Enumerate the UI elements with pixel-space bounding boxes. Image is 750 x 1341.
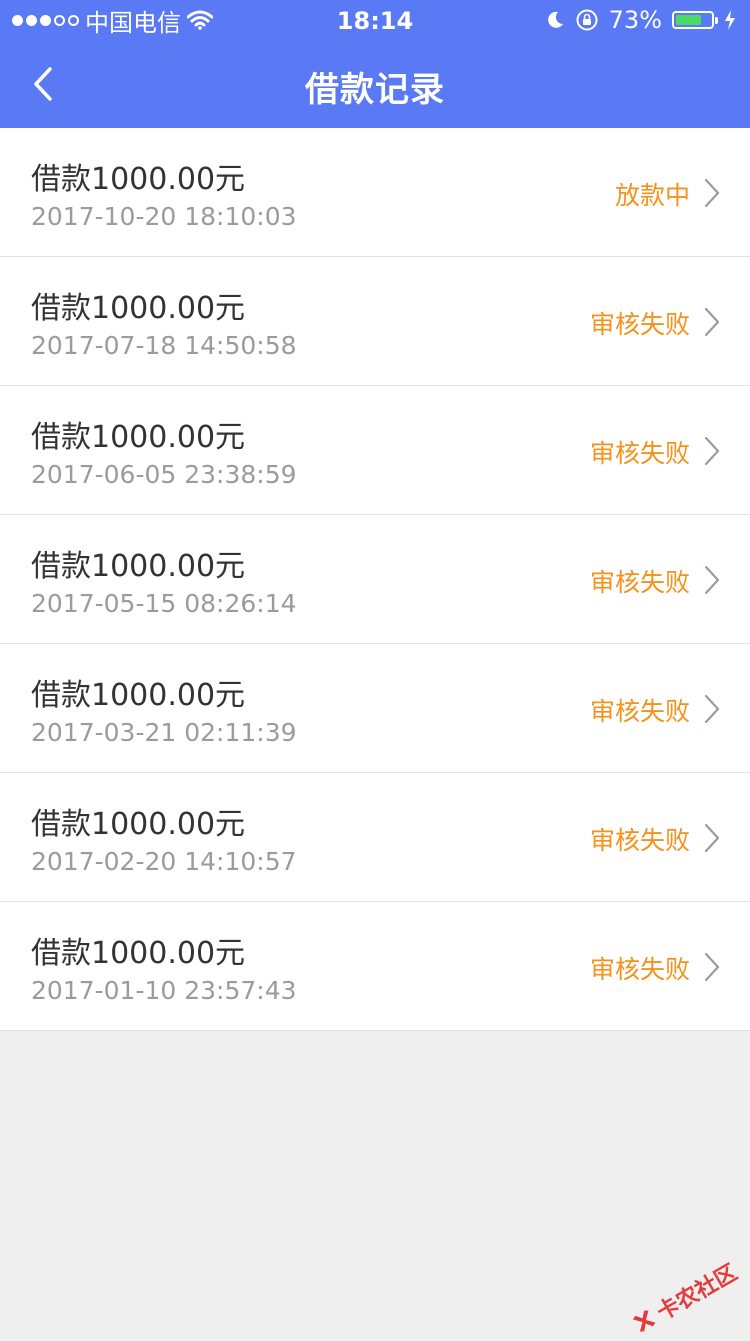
loan-amount: 借款1000.00元: [31, 162, 246, 197]
loan-time: 2017-02-20 14:10:57: [31, 847, 297, 876]
chevron-right-icon: [704, 952, 720, 982]
loan-time: 2017-03-21 02:11:39: [31, 718, 297, 747]
charging-bolt-icon: [725, 10, 735, 30]
battery-percent: 73%: [608, 6, 662, 34]
list-item[interactable]: 借款1000.00元 2017-01-10 23:57:43 审核失败: [0, 902, 750, 1031]
loan-amount: 借款1000.00元: [31, 807, 246, 842]
status-badge: 审核失败: [589, 439, 690, 468]
loan-time: 2017-06-05 23:38:59: [31, 460, 297, 489]
list-item[interactable]: 借款1000.00元 2017-07-18 14:50:58 审核失败: [0, 257, 750, 386]
status-badge: 放款中: [614, 181, 690, 210]
moon-icon: [547, 11, 563, 28]
list-item[interactable]: 借款1000.00元 2017-05-15 08:26:14 审核失败: [0, 515, 750, 644]
loan-amount: 借款1000.00元: [31, 549, 246, 584]
list-item[interactable]: 借款1000.00元 2017-06-05 23:38:59 审核失败: [0, 386, 750, 515]
status-badge: 审核失败: [589, 955, 690, 984]
loan-record-list: 借款1000.00元 2017-10-20 18:10:03 放款中 借款100…: [0, 128, 750, 1031]
status-bar-right: 73%: [545, 0, 736, 40]
status-badge: 审核失败: [589, 826, 690, 855]
chevron-right-icon: [704, 565, 720, 595]
list-item[interactable]: 借款1000.00元 2017-03-21 02:11:39 审核失败: [0, 644, 750, 773]
status-badge: 审核失败: [589, 568, 690, 597]
loan-time: 2017-01-10 23:57:43: [31, 976, 297, 1005]
chevron-right-icon: [704, 436, 720, 466]
loan-amount: 借款1000.00元: [31, 420, 246, 455]
battery-level: [676, 15, 701, 25]
loan-time: 2017-05-15 08:26:14: [31, 589, 297, 618]
chevron-right-icon: [704, 694, 720, 724]
chevron-right-icon: [704, 178, 720, 208]
status-badge: 审核失败: [589, 697, 690, 726]
loan-amount: 借款1000.00元: [31, 678, 246, 713]
page-title: 借款记录: [305, 70, 445, 110]
list-item[interactable]: 借款1000.00元 2017-02-20 14:10:57 审核失败: [0, 773, 750, 902]
navigation-bar: 借款记录: [0, 40, 750, 128]
status-badge: 审核失败: [589, 310, 690, 339]
status-bar: 中国电信 18:14 73%: [0, 0, 750, 40]
battery-icon: [672, 11, 718, 29]
watermark-text: 卡农社区: [653, 1260, 742, 1326]
loan-amount: 借款1000.00元: [31, 291, 246, 326]
chevron-right-icon: [704, 307, 720, 337]
rotation-lock-icon: [576, 9, 598, 31]
loan-time: 2017-07-18 14:50:58: [31, 331, 297, 360]
watermark: 卡农社区: [626, 1255, 742, 1341]
loan-amount: 借款1000.00元: [31, 936, 246, 971]
list-item[interactable]: 借款1000.00元 2017-10-20 18:10:03 放款中: [0, 128, 750, 257]
loan-time: 2017-10-20 18:10:03: [31, 202, 297, 231]
chevron-right-icon: [704, 823, 720, 853]
